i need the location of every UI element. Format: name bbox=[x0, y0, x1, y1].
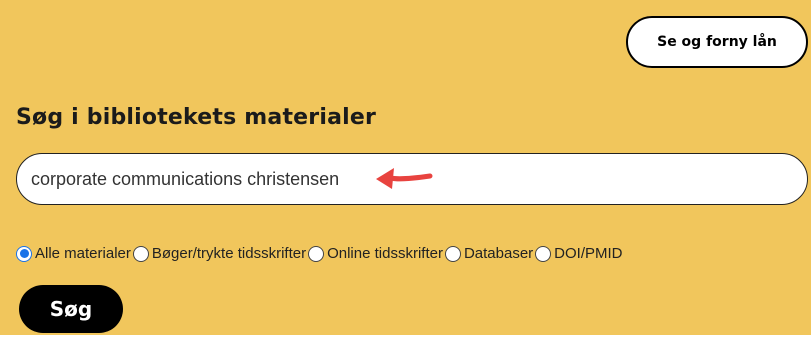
search-input[interactable] bbox=[16, 153, 808, 205]
radio-databases[interactable] bbox=[444, 245, 461, 262]
filter-label: Alle materialer bbox=[35, 245, 131, 262]
radio-books-printed-journals[interactable] bbox=[132, 245, 149, 262]
filter-label: DOI/PMID bbox=[554, 245, 623, 262]
filter-label: Databaser bbox=[463, 245, 534, 262]
radio-all-materials[interactable] bbox=[16, 245, 32, 262]
filter-databases[interactable]: Databaser bbox=[444, 245, 535, 262]
renew-loans-button[interactable]: Se og forny lån bbox=[626, 16, 808, 68]
search-heading: Søg i bibliotekets materialer bbox=[16, 105, 377, 130]
filter-books-printed-journals[interactable]: Bøger/trykte tidsskrifter bbox=[132, 245, 308, 262]
filter-label: Online tidsskrifter bbox=[327, 245, 443, 262]
search-submit-button[interactable]: Søg bbox=[19, 285, 123, 333]
radio-online-journals[interactable] bbox=[308, 245, 325, 262]
radio-doi-pmid[interactable] bbox=[535, 245, 552, 262]
filter-all-materials[interactable]: Alle materialer bbox=[16, 245, 133, 262]
material-filter-group: Alle materialer Bøger/trykte tidsskrifte… bbox=[16, 245, 625, 262]
filter-label: Bøger/trykte tidsskrifter bbox=[151, 245, 307, 262]
filter-doi-pmid[interactable]: DOI/PMID bbox=[535, 245, 624, 262]
filter-online-journals[interactable]: Online tidsskrifter bbox=[308, 245, 445, 262]
